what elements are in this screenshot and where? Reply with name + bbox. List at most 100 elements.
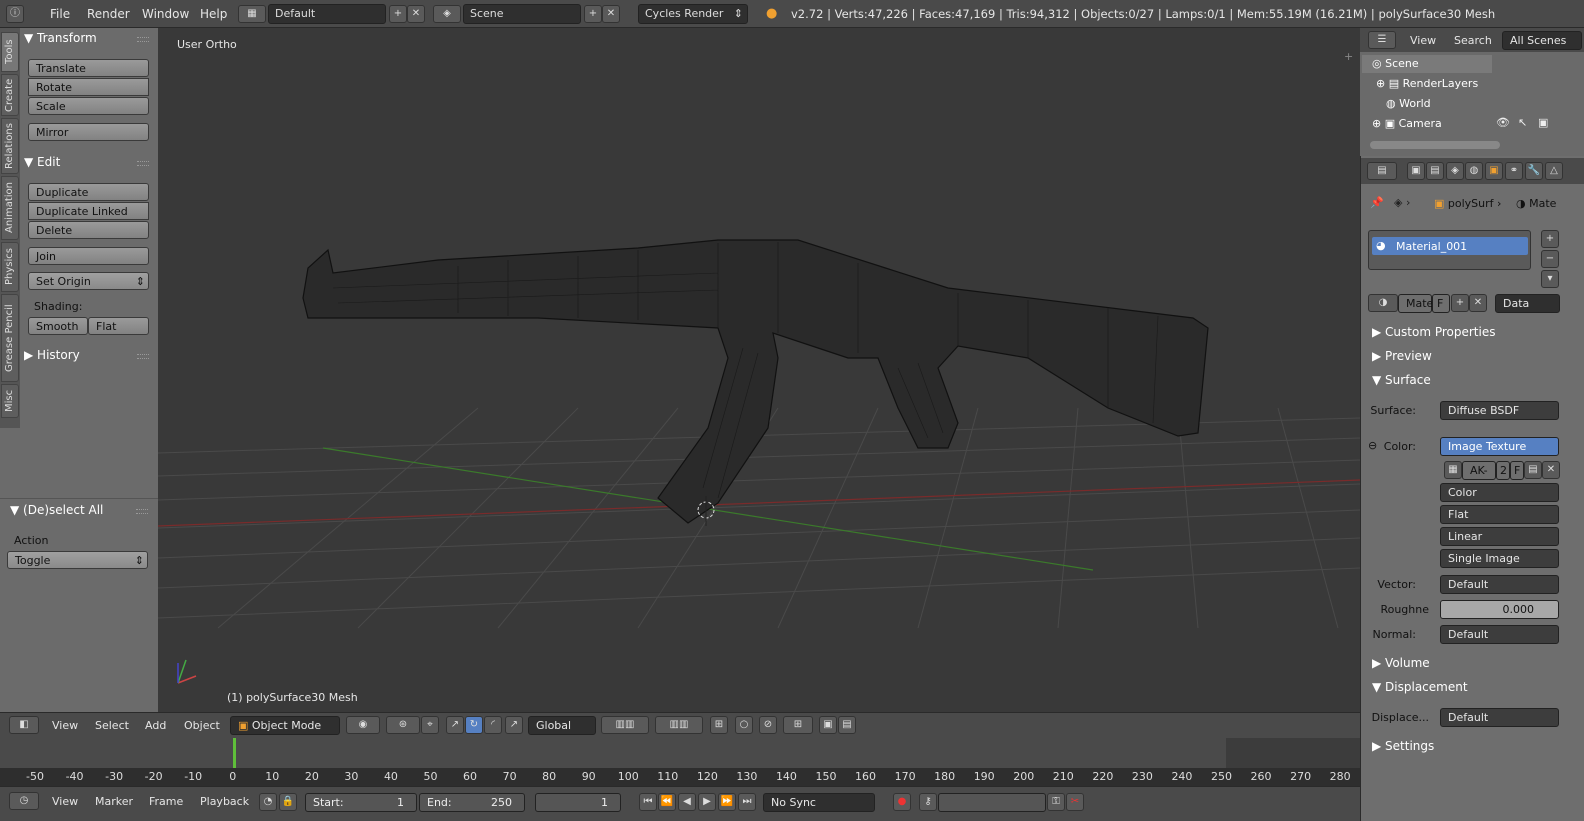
volume-header[interactable]: ▶ Volume	[1372, 656, 1430, 670]
next-keyframe-icon[interactable]: ⏩	[718, 793, 736, 811]
displacement-header[interactable]: ▼ Displacement	[1372, 680, 1468, 694]
menu-help[interactable]: Help	[200, 7, 227, 21]
info-editor-icon[interactable]: ⓘ	[6, 5, 24, 23]
layout-icon[interactable]: ▦	[238, 5, 266, 23]
image-unlink-icon[interactable]: ✕	[1542, 461, 1560, 479]
insert-keyframe-icon[interactable]: ⚿	[1047, 793, 1065, 811]
color-collapse-icon[interactable]: ⊖	[1368, 439, 1377, 452]
tab-create[interactable]: Create	[1, 74, 19, 116]
tab-misc[interactable]: Misc	[1, 384, 19, 418]
tab-scene-icon[interactable]: ◈	[1446, 162, 1464, 180]
keying-set-icon[interactable]: ⚷	[919, 793, 937, 811]
image-fake-user[interactable]: F	[1510, 461, 1524, 480]
render-camera-icon[interactable]: ▣	[1538, 116, 1548, 129]
tab-object-icon[interactable]: ▣	[1485, 162, 1503, 180]
3d-viewport[interactable]: User Ortho (1) polySurface30 Mesh +	[158, 28, 1360, 712]
remove-layout-icon[interactable]: ✕	[407, 5, 425, 23]
custom-properties-header[interactable]: ▶ Custom Properties	[1372, 325, 1495, 339]
interpolation-dropdown[interactable]: Linear	[1440, 527, 1559, 546]
color-input-field[interactable]: Image Texture	[1440, 437, 1559, 456]
image-open-icon[interactable]: ▤	[1524, 461, 1542, 479]
renderlayers-row[interactable]: ⊕ ▤ RenderLayers	[1376, 77, 1478, 90]
add-slot-icon[interactable]: +	[1541, 230, 1559, 248]
surface-header[interactable]: ▼ Surface	[1372, 373, 1431, 387]
add-layout-icon[interactable]: +	[389, 5, 407, 23]
layer-lock-icon[interactable]: ⊞	[710, 716, 728, 734]
image-name-field[interactable]: AK-	[1462, 461, 1496, 480]
menu-add[interactable]: Add	[145, 719, 166, 732]
mode-dropdown[interactable]: ▣ Object Mode	[230, 716, 340, 735]
visibility-eye-icon[interactable]: 👁	[1496, 116, 1510, 129]
tab-physics[interactable]: Physics	[1, 242, 19, 292]
layers-group-1[interactable]: ▥▥	[601, 716, 649, 734]
mirror-button[interactable]: Mirror	[28, 123, 149, 141]
settings-header[interactable]: ▶ Settings	[1372, 739, 1434, 753]
tl-menu-playback[interactable]: Playback	[200, 795, 249, 808]
current-frame-indicator[interactable]	[233, 738, 236, 768]
link-data-dropdown[interactable]: Data	[1495, 294, 1560, 313]
panel-grip-icon[interactable]	[137, 354, 149, 359]
material-slot-row[interactable]: ◕ Material_001	[1372, 237, 1528, 255]
viewport-shading-icon[interactable]: ◉	[346, 716, 380, 734]
color-space-dropdown[interactable]: Color	[1440, 483, 1559, 502]
breadcrumb-object[interactable]: ▣ polySurf ›	[1434, 197, 1501, 210]
sync-dropdown[interactable]: No Sync	[763, 793, 875, 812]
duplicate-linked-button[interactable]: Duplicate Linked	[28, 202, 149, 220]
tab-world-icon[interactable]: ◍	[1465, 162, 1483, 180]
preview-range-icon[interactable]: ◔	[259, 793, 277, 811]
image-source-dropdown[interactable]: Single Image	[1440, 549, 1559, 568]
add-scene-icon[interactable]: +	[584, 5, 602, 23]
manipulator-toggle-icon[interactable]: ⌖	[421, 716, 439, 734]
prev-keyframe-icon[interactable]: ⏪	[658, 793, 676, 811]
transform-panel-header[interactable]: ▼ Transform	[24, 31, 97, 45]
rotate-manipulator-icon[interactable]: ↻	[465, 716, 483, 734]
scene-selector[interactable]: Scene	[463, 4, 581, 24]
menu-render[interactable]: Render	[87, 7, 130, 21]
projection-dropdown[interactable]: Flat	[1440, 505, 1559, 524]
keying-set-field[interactable]	[938, 793, 1046, 812]
outliner-search-menu[interactable]: Search	[1454, 34, 1492, 47]
menu-select[interactable]: Select	[95, 719, 129, 732]
tab-relations[interactable]: Relations	[1, 118, 19, 174]
tab-constraints-icon[interactable]: ⚭	[1505, 162, 1523, 180]
jump-end-icon[interactable]: ⏭	[738, 793, 756, 811]
delete-keyframe-icon[interactable]: ✂	[1066, 793, 1084, 811]
layout-selector[interactable]: Default	[268, 4, 386, 24]
scene-row[interactable]: ◎ Scene	[1372, 57, 1419, 70]
panel-grip-icon[interactable]	[136, 509, 148, 514]
fake-user-toggle[interactable]: F	[1432, 294, 1450, 313]
operator-header[interactable]: ▼ (De)select All	[10, 503, 103, 517]
vector-field[interactable]: Default	[1440, 575, 1559, 594]
menu-file[interactable]: File	[50, 7, 70, 21]
start-frame-field[interactable]: Start: 1	[305, 793, 417, 812]
tl-menu-frame[interactable]: Frame	[149, 795, 183, 808]
join-button[interactable]: Join	[28, 247, 149, 265]
camera-row[interactable]: ⊕ ▣ Camera	[1372, 117, 1442, 130]
manipulator-extra-icon[interactable]: ↗	[505, 716, 523, 734]
panel-grip-icon[interactable]	[137, 37, 149, 42]
image-users-count[interactable]: 2	[1496, 461, 1510, 480]
play-reverse-icon[interactable]: ◀	[678, 793, 696, 811]
surface-shader-field[interactable]: Diffuse BSDF	[1440, 401, 1559, 420]
outliner-view-menu[interactable]: View	[1410, 34, 1436, 47]
select-arrow-icon[interactable]: ↖	[1518, 116, 1527, 129]
outliner-scrollbar[interactable]	[1370, 141, 1500, 149]
menu-window[interactable]: Window	[142, 7, 189, 21]
remove-scene-icon[interactable]: ✕	[602, 5, 620, 23]
tab-grease-pencil[interactable]: Grease Pencil	[1, 294, 19, 382]
render-still-icon[interactable]: ▣	[819, 716, 837, 734]
record-icon[interactable]: ●	[893, 793, 911, 811]
tl-menu-view[interactable]: View	[52, 795, 78, 808]
material-name-field[interactable]: Mate	[1398, 294, 1433, 313]
render-anim-icon[interactable]: ▤	[838, 716, 856, 734]
flat-button[interactable]: Flat	[88, 317, 149, 335]
lock-range-icon[interactable]: 🔒	[279, 793, 297, 811]
timeline-editor-icon[interactable]: ◷	[9, 792, 39, 810]
remove-slot-icon[interactable]: −	[1541, 250, 1559, 268]
tab-animation[interactable]: Animation	[1, 176, 19, 240]
pivot-point-icon[interactable]: ⊛	[386, 716, 420, 734]
pin-icon[interactable]: 📌	[1370, 196, 1384, 209]
snap-toggle-icon[interactable]: ⊘	[759, 716, 777, 734]
orientation-dropdown[interactable]: Global	[528, 716, 596, 735]
tab-tools[interactable]: Tools	[1, 32, 19, 72]
